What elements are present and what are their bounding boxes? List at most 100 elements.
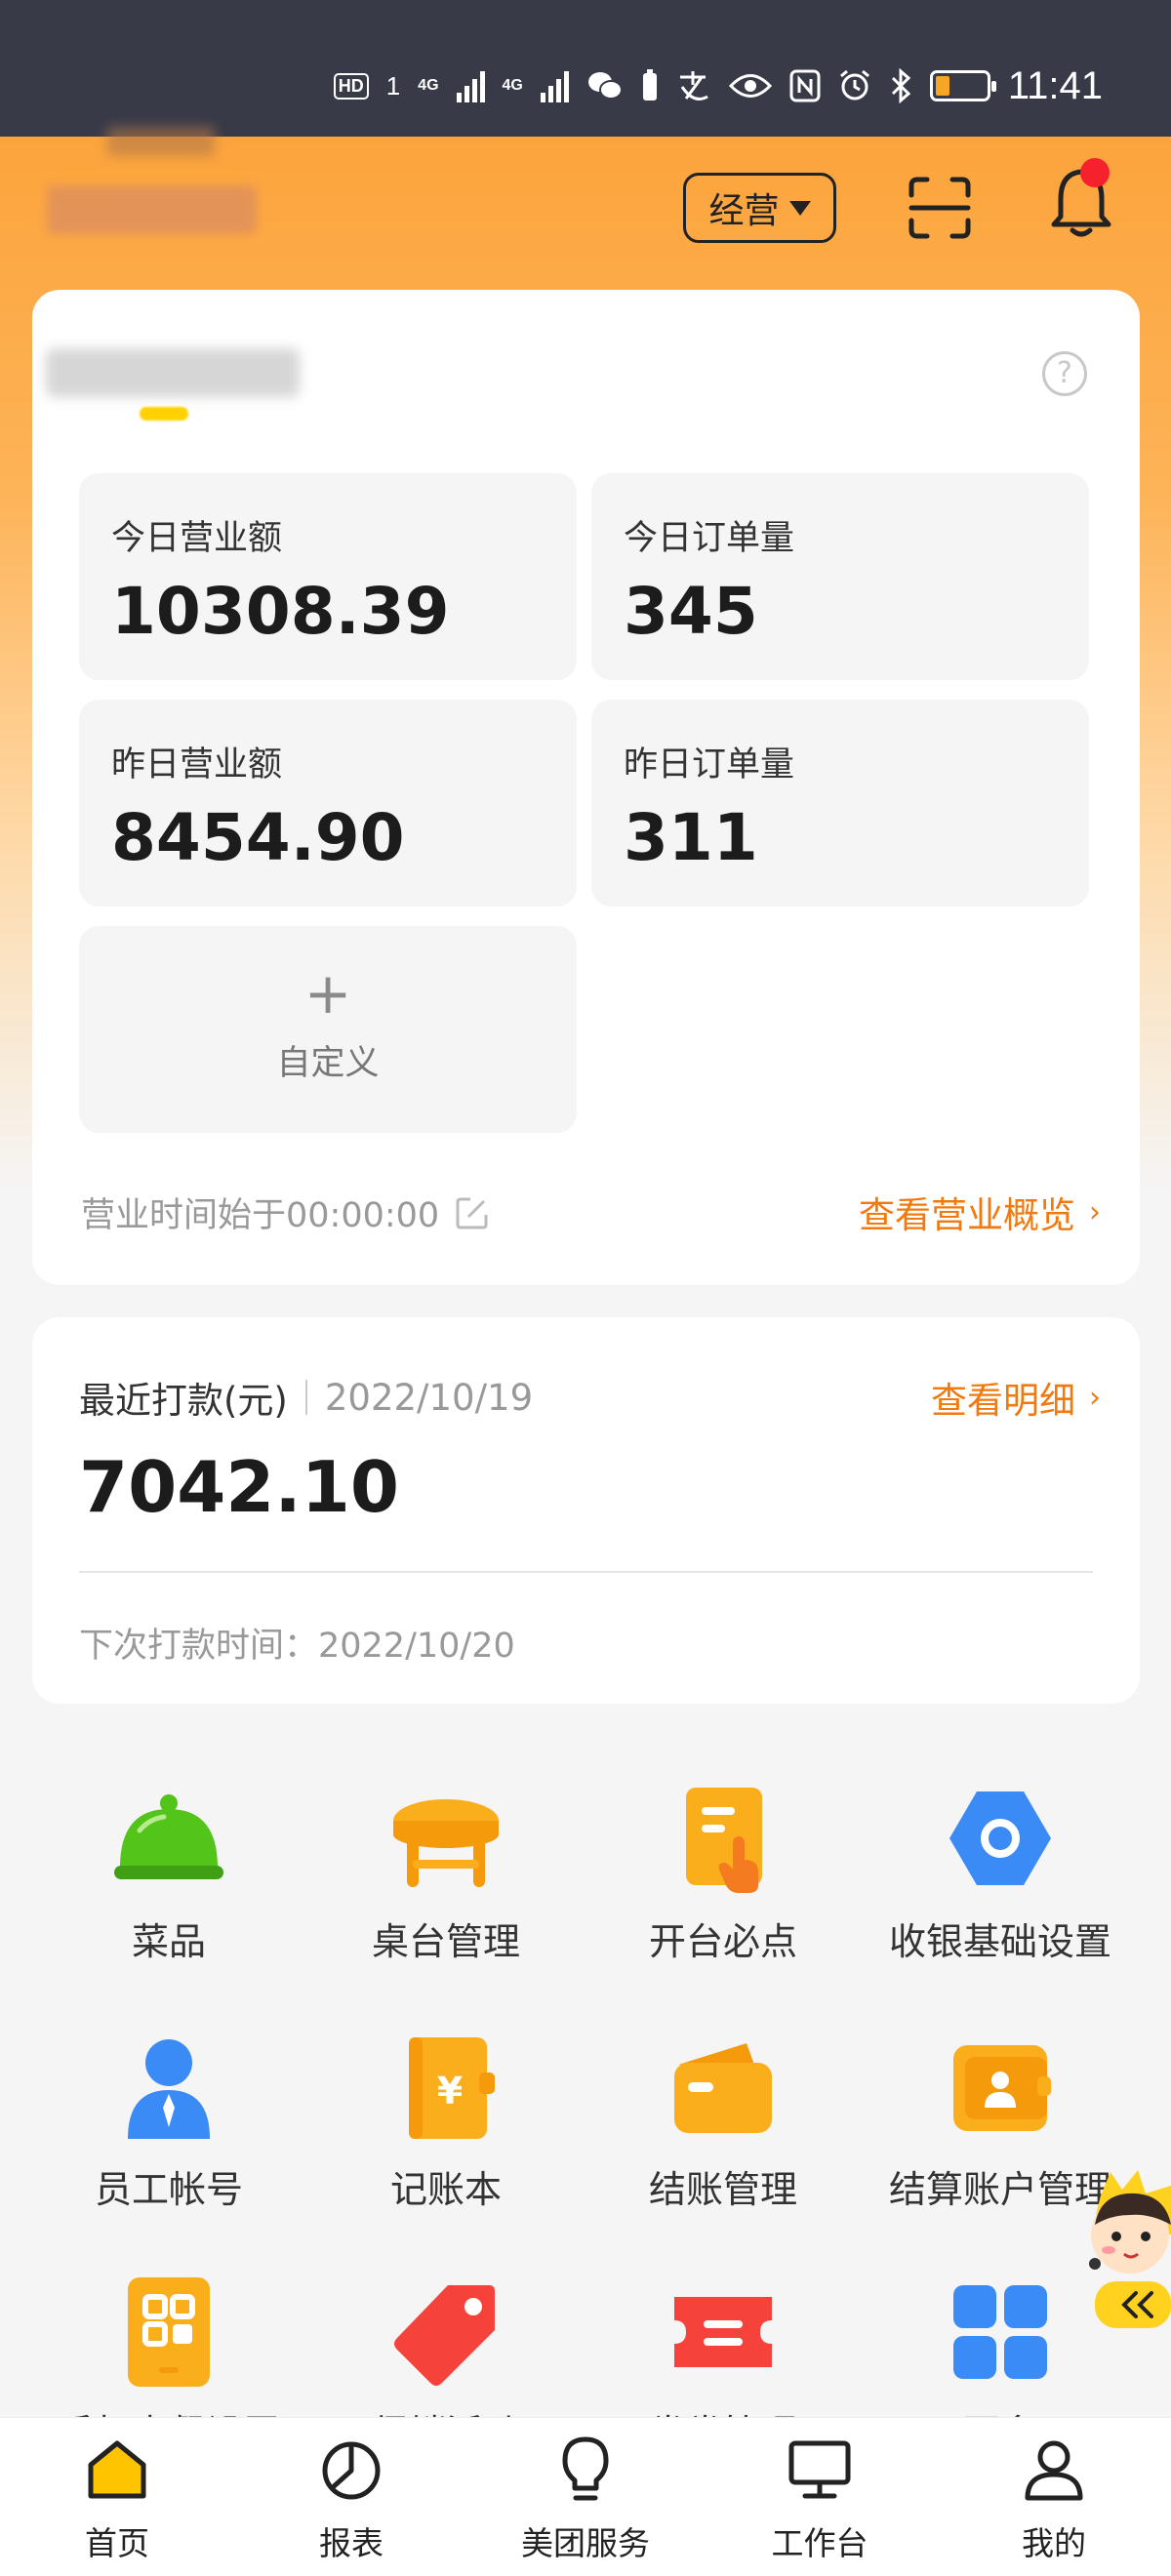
home-icon <box>88 2440 146 2499</box>
payout-date: 2022/10/19 <box>324 1376 534 1419</box>
grid-item-ledger[interactable]: ¥ 记账本 <box>304 2030 587 2225</box>
view-detail-link[interactable]: 查看明细 › <box>931 1371 1101 1424</box>
chart-icon <box>322 2441 381 2500</box>
payout-card: 最近打款(元) 2022/10/19 查看明细 › 7042.10 下次打款时间… <box>32 1317 1140 1704</box>
notification-badge <box>1080 158 1110 187</box>
status-bar: HD 1 4G 4G 11:41 <box>0 0 1171 137</box>
battery-saver-icon <box>642 69 657 101</box>
caret-down-icon <box>788 200 811 216</box>
nav-label: 我的 <box>1022 2524 1086 2562</box>
wechat-icon <box>587 72 623 100</box>
mode-label: 经营 <box>708 191 780 231</box>
view-overview-label: 查看营业概览 <box>859 1194 1075 1236</box>
divider <box>79 1571 1093 1573</box>
price-tag-icon <box>394 2285 495 2386</box>
signal-icon <box>456 69 485 102</box>
wallet-icon <box>674 2043 772 2133</box>
chevron-right-icon: › <box>1089 1380 1101 1415</box>
payout-header: 最近打款(元) 2022/10/19 <box>79 1371 533 1424</box>
staff-icon <box>128 2039 210 2139</box>
profile-icon <box>1025 2440 1083 2501</box>
grid-item-tables[interactable]: 桌台管理 <box>304 1782 587 1977</box>
stat-value: 345 <box>624 574 758 649</box>
store-title-blurred <box>46 348 300 397</box>
chevron-right-icon: › <box>1089 1194 1101 1229</box>
more-grid-icon <box>953 2285 1047 2379</box>
next-payout-time: 下次打款时间：2022/10/20 <box>79 1627 515 1666</box>
battery-icon <box>929 70 996 101</box>
stat-label: 今日订单量 <box>624 519 795 558</box>
grid-label: 开台必点 <box>648 1920 797 1963</box>
mascot-icon <box>1089 2170 1171 2328</box>
plus-icon: + <box>303 960 352 1026</box>
customize-label: 自定义 <box>276 1044 380 1083</box>
help-icon[interactable]: ? <box>1042 351 1087 396</box>
table-icon <box>393 1799 499 1887</box>
grid-item-cashier-settings[interactable]: 收银基础设置 <box>859 1782 1142 1977</box>
nav-label: 首页 <box>85 2524 149 2562</box>
nav-label: 美团服务 <box>521 2524 650 2562</box>
grid-item-checkout[interactable]: 结账管理 <box>582 2030 865 2225</box>
stat-yesterday-orders[interactable]: 昨日订单量 311 <box>591 700 1089 906</box>
grid-item-staff-accounts[interactable]: 员工帐号 <box>27 2030 310 2225</box>
view-detail-label: 查看明细 <box>931 1380 1075 1422</box>
order-tap-icon <box>686 1788 762 1893</box>
edit-icon <box>456 1197 488 1228</box>
grid-label: 桌台管理 <box>371 1920 520 1963</box>
stat-today-revenue[interactable]: 今日营业额 10308.39 <box>79 473 577 680</box>
coupon-icon <box>674 2297 772 2367</box>
stat-label: 今日营业额 <box>111 519 283 558</box>
divider <box>304 1380 307 1415</box>
grid-item-dishes[interactable]: 菜品 <box>27 1782 310 1977</box>
grid-label: 员工帐号 <box>94 2168 243 2211</box>
nav-item-home[interactable]: 首页 <box>20 2435 215 2572</box>
nav-label: 报表 <box>319 2524 384 2562</box>
bottom-navigation: 首页 报表 美团服务 工作台 我的 <box>0 2417 1171 2576</box>
grid-label: 结账管理 <box>648 2168 797 2211</box>
ledger-icon: ¥ <box>409 2037 495 2139</box>
nav-item-meituan-services[interactable]: 美团服务 <box>488 2435 683 2572</box>
store-title-accent <box>140 407 188 421</box>
stat-value: 8454.90 <box>111 800 405 875</box>
stat-yesterday-revenue[interactable]: 昨日营业额 8454.90 <box>79 700 577 906</box>
svg-text:¥: ¥ <box>437 2070 463 2113</box>
hexagon-settings-icon <box>949 1791 1051 1885</box>
stat-today-orders[interactable]: 今日订单量 345 <box>591 473 1089 680</box>
bluetooth-icon <box>891 68 911 103</box>
grid-item-must-order[interactable]: 开台必点 <box>582 1782 865 1977</box>
view-overview-link[interactable]: 查看营业概览 › <box>859 1186 1101 1238</box>
mode-switch-button[interactable]: 经营 <box>683 173 836 243</box>
payout-label: 最近打款(元) <box>79 1380 288 1422</box>
dish-cover-icon <box>114 1794 223 1879</box>
stat-label: 昨日营业额 <box>111 745 283 785</box>
nav-item-mine[interactable]: 我的 <box>956 2435 1151 2572</box>
stat-value: 10308.39 <box>111 574 450 649</box>
signal-icon-2 <box>540 69 569 102</box>
assistant-mascot-button[interactable] <box>1081 2166 1171 2332</box>
sim1-indicator: 1 <box>385 71 401 101</box>
alipay-icon <box>679 71 708 101</box>
business-start-time[interactable]: 营业时间始于00:00:00 <box>81 1187 490 1237</box>
store-name-blurred <box>47 185 257 234</box>
network-type-2: 4G <box>502 77 523 94</box>
eye-icon <box>728 74 772 98</box>
qr-phone-icon <box>128 2277 210 2387</box>
alarm-icon <box>839 69 869 101</box>
stat-value: 311 <box>624 800 758 875</box>
network-type-1: 4G <box>418 77 439 94</box>
bulb-icon <box>562 2436 609 2501</box>
notification-button[interactable] <box>1049 158 1117 244</box>
payout-amount: 7042.10 <box>79 1446 399 1528</box>
nav-item-workbench[interactable]: 工作台 <box>722 2435 917 2572</box>
nav-label: 工作台 <box>771 2524 868 2562</box>
nav-item-reports[interactable]: 报表 <box>254 2435 449 2572</box>
grid-label: 收银基础设置 <box>888 1920 1111 1963</box>
hd-indicator: HD <box>333 72 369 100</box>
store-logo-blurred <box>107 127 215 156</box>
clock: 11:41 <box>1007 63 1103 107</box>
nfc-icon <box>789 69 821 102</box>
grid-label: 菜品 <box>131 1920 206 1963</box>
scan-icon[interactable] <box>908 176 972 240</box>
business-time-text: 营业时间始于00:00:00 <box>81 1196 440 1235</box>
customize-stats-button[interactable]: + 自定义 <box>79 926 577 1133</box>
